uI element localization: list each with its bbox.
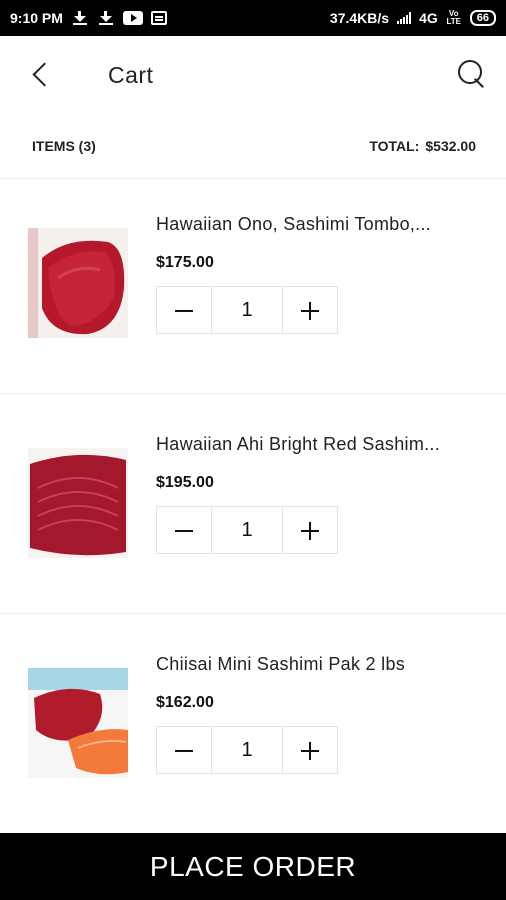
quantity-value: 1 (211, 287, 283, 333)
plus-icon (301, 522, 319, 540)
ahi-image (28, 448, 128, 558)
divider (0, 178, 506, 179)
product-name[interactable]: Hawaiian Ono, Sashimi Tombo,... (156, 214, 486, 235)
app-icon (150, 11, 167, 25)
product-image[interactable] (28, 668, 128, 778)
product-name[interactable]: Hawaiian Ahi Bright Red Sashim... (156, 434, 486, 455)
increase-button[interactable] (283, 727, 337, 773)
status-time: 9:10 PM (10, 10, 63, 26)
quantity-stepper: 1 (156, 506, 338, 554)
cart-summary: ITEMS (3) TOTAL: $532.00 (0, 128, 506, 164)
minus-icon (175, 310, 193, 312)
tuna-image (28, 228, 128, 338)
place-order-button[interactable]: PLACE ORDER (0, 833, 506, 900)
sashimi-pack-image (28, 668, 128, 778)
decrease-button[interactable] (157, 287, 211, 333)
minus-icon (175, 750, 193, 752)
network-type: 4G (419, 10, 438, 26)
status-bar: 9:10 PM 37.4KB/s 4G Vo LTE 66 (0, 0, 506, 36)
total-label: TOTAL: (369, 138, 420, 154)
youtube-icon (122, 11, 143, 25)
download-icon (71, 11, 89, 25)
status-bar-left: 9:10 PM (10, 10, 167, 26)
product-image[interactable] (28, 228, 128, 338)
increase-button[interactable] (283, 287, 337, 333)
app-header: Cart (0, 36, 506, 114)
volte-indicator: Vo LTE (446, 10, 462, 26)
chevron-left-icon[interactable] (28, 60, 56, 90)
total-value: $532.00 (425, 138, 476, 154)
cart-item: Chiisai Mini Sashimi Pak 2 lbs $162.00 1 (0, 620, 506, 840)
network-speed: 37.4KB/s (329, 10, 390, 26)
product-name[interactable]: Chiisai Mini Sashimi Pak 2 lbs (156, 654, 486, 675)
divider (0, 393, 506, 394)
page-title: Cart (108, 62, 154, 88)
plus-icon (301, 742, 319, 760)
decrease-button[interactable] (157, 507, 211, 553)
product-price: $175.00 (156, 254, 214, 271)
quantity-value: 1 (211, 507, 283, 553)
product-price: $195.00 (156, 474, 214, 491)
cart-item: Hawaiian Ahi Bright Red Sashim... $195.0… (0, 400, 506, 620)
battery-indicator: 66 (469, 10, 496, 26)
download-icon (97, 11, 115, 25)
divider (0, 613, 506, 614)
signal-icon (397, 12, 412, 24)
plus-icon (301, 302, 319, 320)
quantity-stepper: 1 (156, 726, 338, 774)
quantity-stepper: 1 (156, 286, 338, 334)
items-count: ITEMS (3) (32, 138, 96, 154)
quantity-value: 1 (211, 727, 283, 773)
minus-icon (175, 530, 193, 532)
search-icon[interactable] (456, 58, 488, 90)
volte-bottom: LTE (446, 17, 461, 26)
cart-item: Hawaiian Ono, Sashimi Tombo,... $175.00 … (0, 180, 506, 400)
increase-button[interactable] (283, 507, 337, 553)
product-price: $162.00 (156, 694, 214, 711)
cart-total: TOTAL: $532.00 (369, 138, 476, 154)
product-image[interactable] (28, 448, 128, 558)
status-bar-right: 37.4KB/s 4G Vo LTE 66 (330, 10, 496, 26)
decrease-button[interactable] (157, 727, 211, 773)
